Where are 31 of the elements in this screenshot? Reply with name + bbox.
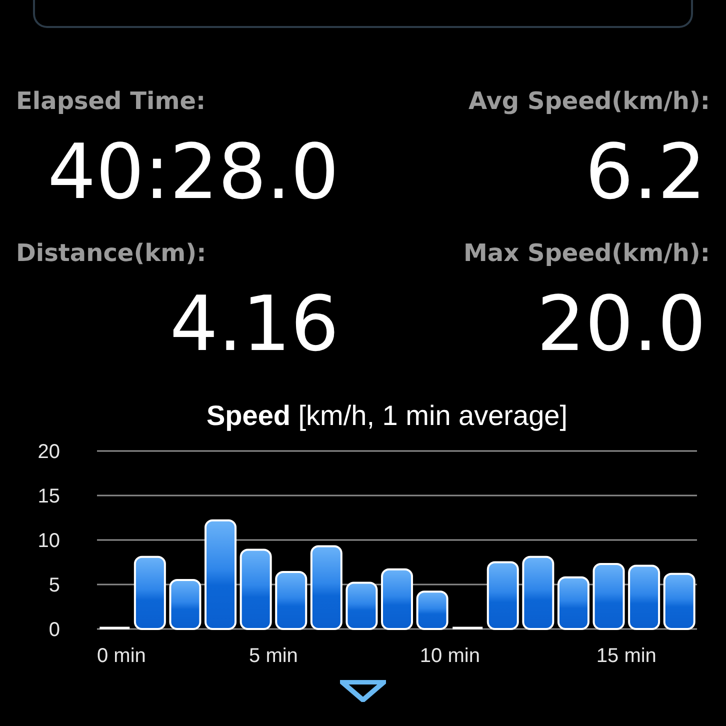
y-axis-label: 5 — [48, 574, 60, 596]
stat-label: Avg Speed(km/h): — [468, 86, 710, 116]
bar — [346, 582, 378, 630]
chart-title: Speed [km/h, 1 min average] — [205, 399, 569, 433]
bar — [486, 561, 519, 630]
x-axis-label: 0 min — [97, 645, 146, 667]
bar — [557, 576, 590, 630]
bar — [275, 571, 308, 630]
x-axis-label: 10 min — [420, 645, 480, 667]
bar — [663, 572, 696, 630]
stat-value: 20.0 — [536, 278, 707, 370]
bar — [628, 564, 660, 630]
x-axis-label: 15 min — [596, 645, 656, 667]
stat-value: 6.2 — [585, 126, 707, 218]
stat-label: Distance(km): — [16, 238, 208, 268]
bar — [381, 568, 413, 630]
stat-label: Max Speed(km/h): — [464, 238, 710, 268]
y-axis-label: 20 — [38, 441, 60, 463]
stat-value: 40:28.0 — [46, 126, 340, 218]
bar — [169, 579, 202, 630]
x-axis-label: 5 min — [249, 645, 298, 667]
bar — [416, 590, 448, 630]
y-axis-label: 10 — [38, 530, 60, 552]
stat-value: 4.16 — [168, 278, 340, 370]
y-axis-label: 15 — [38, 486, 60, 508]
bar — [452, 626, 483, 630]
bar — [100, 626, 130, 630]
stat-label: Elapsed Time: — [16, 86, 207, 116]
down-triangle-icon[interactable] — [340, 680, 386, 702]
bar — [592, 563, 625, 630]
y-axis-label: 0 — [48, 619, 60, 641]
